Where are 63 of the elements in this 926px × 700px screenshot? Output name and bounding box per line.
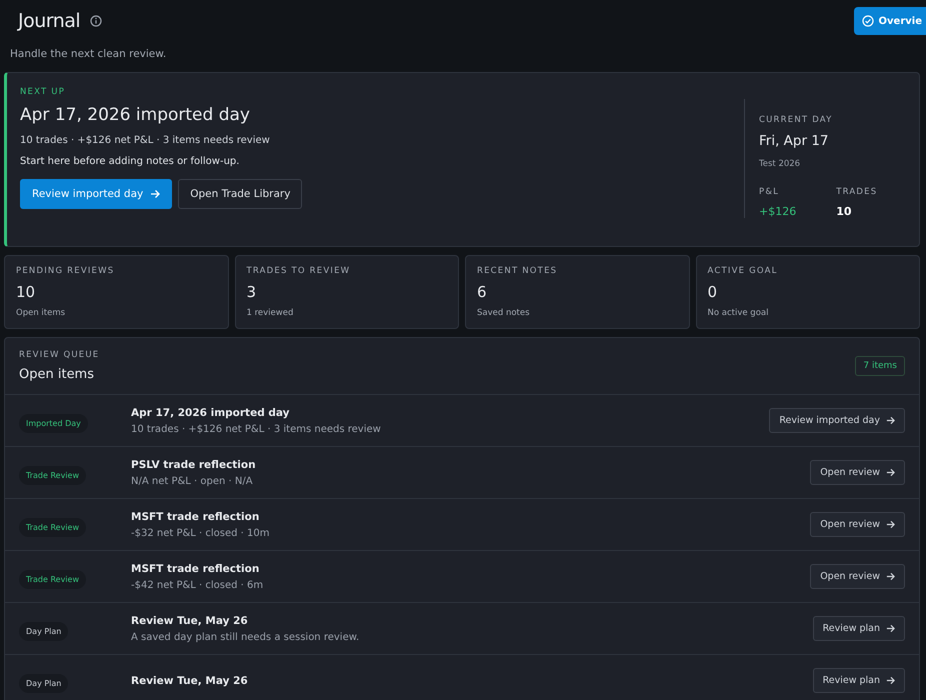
card-label: ACTIVE GOAL <box>708 266 779 276</box>
card-value: 10 <box>16 283 36 301</box>
page-title: Journal <box>18 10 80 32</box>
arrow-right-icon <box>886 416 895 425</box>
page-subtitle: Handle the next clean review. <box>9 47 168 62</box>
type-tag: Trade Review <box>19 466 86 485</box>
item-title: PSLV trade reflection <box>131 458 257 470</box>
row-action-button[interactable]: Open review <box>810 512 905 537</box>
row-action-button[interactable]: Review imported day <box>769 408 905 433</box>
check-circle-icon <box>862 15 874 27</box>
stat-label: P&L <box>759 187 780 197</box>
item-title: Review Tue, May 26 <box>131 674 249 686</box>
card-note: 1 reviewed <box>246 308 294 318</box>
current-day-label: CURRENT DAY <box>759 115 834 125</box>
item-title: MSFT trade reflection <box>131 510 260 522</box>
arrow-right-icon <box>886 520 895 529</box>
section-label: REVIEW QUEUE <box>19 350 100 360</box>
section-label: NEXT UP <box>20 87 66 97</box>
type-tag: Trade Review <box>19 570 86 589</box>
arrow-right-icon <box>886 676 895 685</box>
next-up-hint: Start here before adding notes or follow-up. <box>20 156 240 167</box>
stat-value: +$126 <box>759 205 796 218</box>
card-label: TRADES TO REVIEW <box>246 266 352 276</box>
next-up-summary: 10 trades · +$126 net P&L · 3 items needs review <box>20 135 271 146</box>
row-action-button[interactable]: Open review <box>810 564 905 589</box>
account-name: Test 2026 <box>759 159 802 169</box>
type-tag: Imported Day <box>19 414 88 433</box>
info-icon[interactable] <box>90 15 102 27</box>
row-action-button[interactable]: Review plan <box>812 616 905 641</box>
card-note: Saved notes <box>477 308 531 318</box>
arrow-right-icon <box>886 624 895 633</box>
item-details: 10 trades · +$126 net P&L · 3 items needs review <box>131 424 382 434</box>
arrow-right-icon <box>150 189 160 199</box>
card-value: 3 <box>246 283 258 301</box>
current-day-date: Fri, Apr 17 <box>759 133 830 149</box>
stat-label: TRADES <box>836 187 878 197</box>
item-details: A saved day plan still needs a session review. <box>131 632 360 642</box>
arrow-right-icon <box>886 572 895 581</box>
item-details: -$32 net P&L · closed · 10m <box>131 528 271 538</box>
row-action-button[interactable]: Review plan <box>812 668 905 693</box>
row-action-button[interactable]: Open review <box>810 460 905 485</box>
item-title: MSFT trade reflection <box>131 562 260 574</box>
item-title: Apr 17, 2026 imported day <box>131 406 290 418</box>
arrow-right-icon <box>886 468 895 477</box>
card-label: RECENT NOTES <box>477 266 558 276</box>
card-value: 0 <box>708 283 718 301</box>
type-tag: Trade Review <box>19 518 86 537</box>
card-note: Open items <box>16 308 66 318</box>
stat-value: 10 <box>836 205 853 218</box>
item-details: -$42 net P&L · closed · 6m <box>131 580 264 590</box>
card-note: No active goal <box>708 308 770 318</box>
review-day-button[interactable]: Review imported day <box>20 179 172 209</box>
overview-button[interactable]: Overvie <box>854 7 926 35</box>
card-label: PENDING REVIEWS <box>16 266 116 276</box>
queue-title: Open items <box>19 367 95 382</box>
item-count-badge: 7 items <box>855 356 905 376</box>
trade-library-button[interactable]: Open Trade Library <box>178 179 302 209</box>
item-title: Review Tue, May 26 <box>131 614 249 626</box>
type-tag: Day Plan <box>19 674 68 693</box>
card-value: 6 <box>477 283 488 301</box>
next-up-title: Apr 17, 2026 imported day <box>20 105 251 125</box>
type-tag: Day Plan <box>19 622 68 641</box>
item-details: N/A net P&L · open · N/A <box>131 476 254 486</box>
